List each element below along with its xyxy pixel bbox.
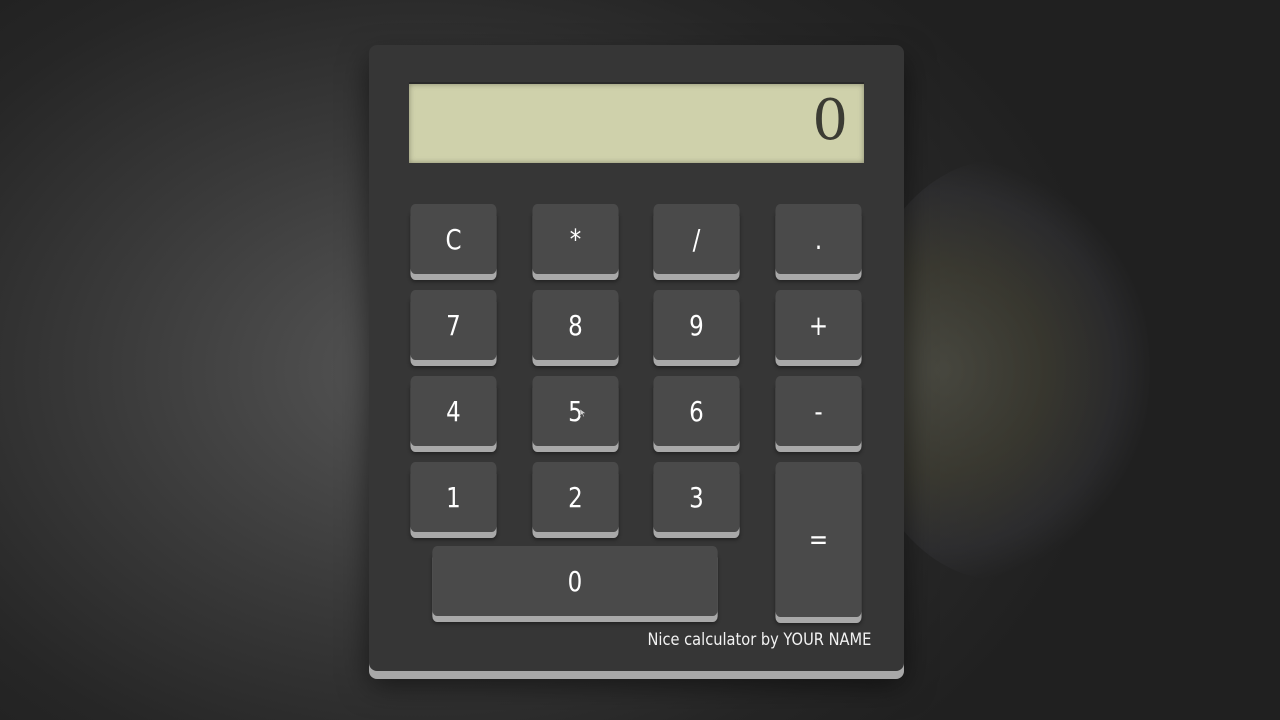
digit-7-button[interactable]: 7 [410,290,497,360]
key-label: = [808,523,829,556]
key-label: + [808,308,829,342]
digit-1-button[interactable]: 1 [410,462,497,532]
digit-9-button[interactable]: 9 [653,290,740,360]
divide-button[interactable]: / [653,204,740,274]
display-value: 0 [812,88,848,153]
digit-6-button[interactable]: 6 [653,376,740,446]
digit-4-button[interactable]: 4 [410,376,497,446]
decimal-button[interactable]: . [775,204,862,274]
subtract-button[interactable]: - [775,376,862,446]
equals-button[interactable]: = [775,462,862,617]
key-label: 3 [689,480,704,514]
key-label: * [569,222,582,256]
key-label: C [445,222,462,256]
digit-8-button[interactable]: 8 [532,290,619,360]
key-label: 1 [446,480,461,514]
mouse-cursor-icon [580,409,587,417]
key-label: 6 [689,394,704,428]
calculator-display: 0 [409,82,864,163]
key-label: 2 [568,480,583,514]
digit-5-button[interactable]: 5 [532,376,619,446]
key-label: 8 [568,308,583,342]
digit-3-button[interactable]: 3 [653,462,740,532]
add-button[interactable]: + [775,290,862,360]
key-label: . [814,222,823,256]
key-label: 0 [567,564,583,598]
credit-text: Nice calculator by YOUR NAME [647,630,871,650]
key-label: 7 [446,308,461,342]
digit-0-button[interactable]: 0 [432,546,718,616]
key-label: - [814,394,823,428]
key-label: 4 [446,394,461,428]
digit-2-button[interactable]: 2 [532,462,619,532]
key-label: 9 [689,308,704,342]
key-label: / [692,222,701,256]
multiply-button[interactable]: * [532,204,619,274]
clear-button[interactable]: C [410,204,497,274]
calculator-body: 0 C * / . 7 8 9 + 4 5 6 - 1 2 3 = 0 Nice… [369,45,904,671]
